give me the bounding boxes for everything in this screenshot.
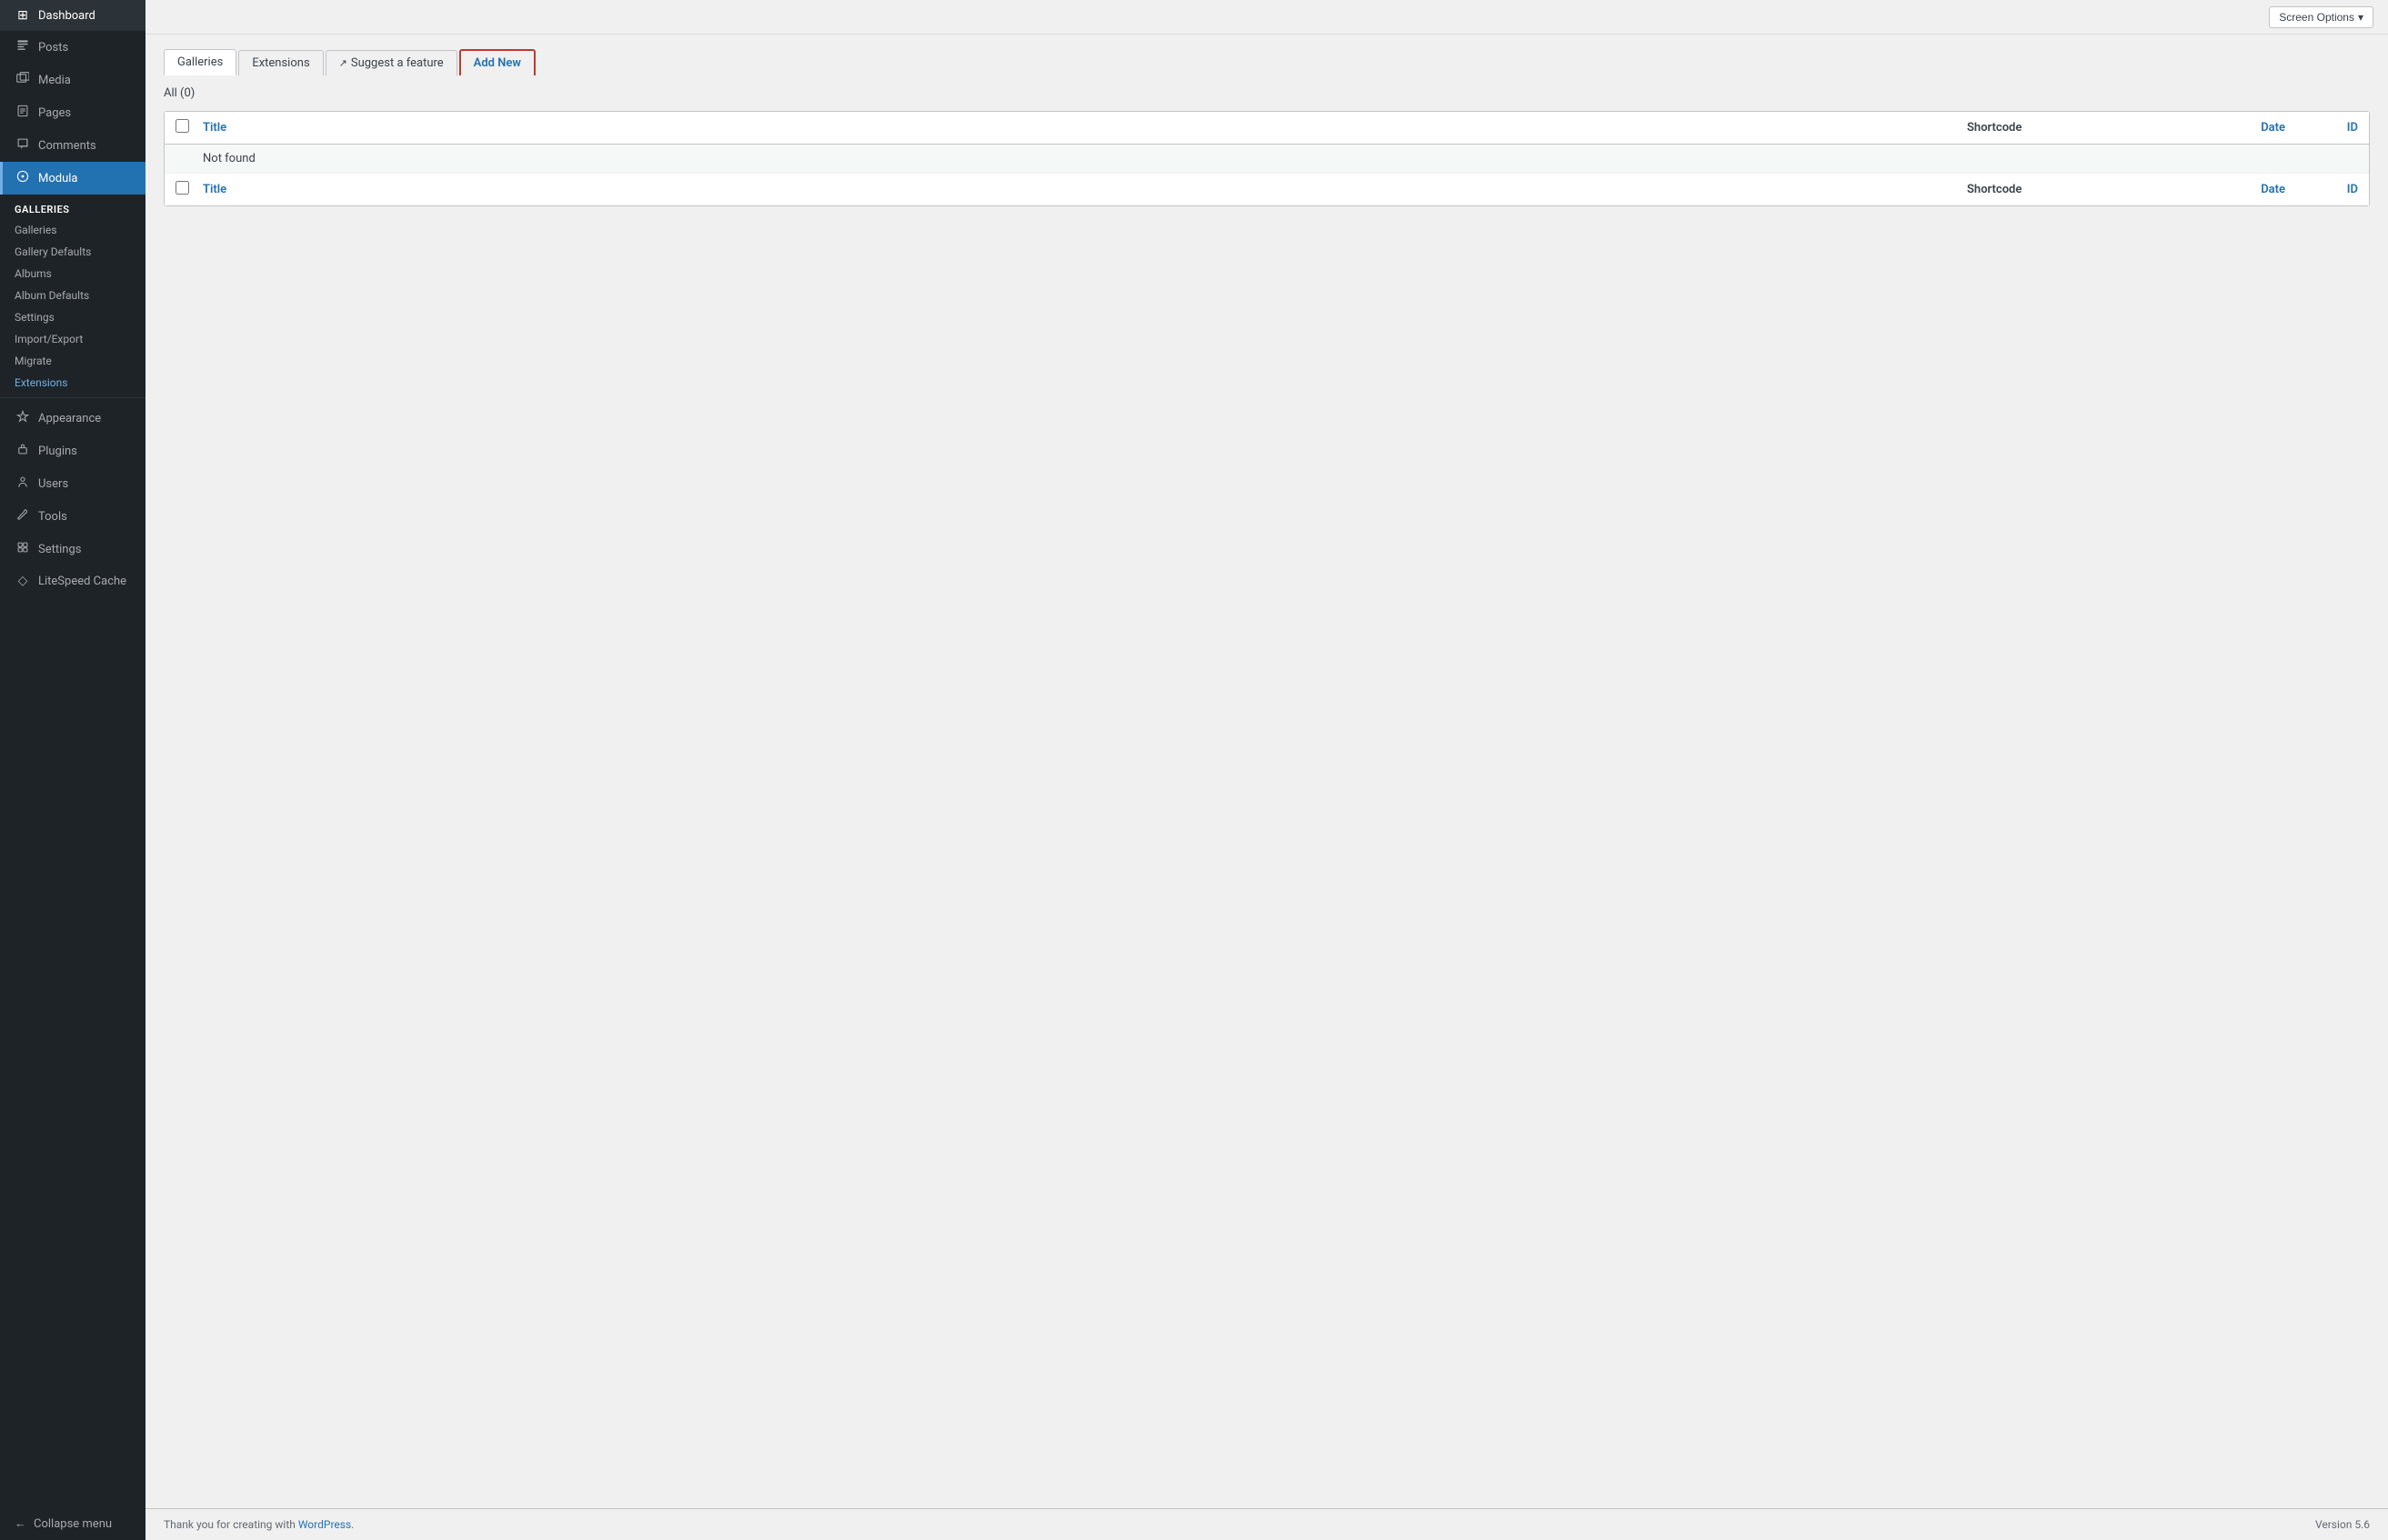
settings-label: Settings (38, 543, 81, 556)
modula-section-title: Galleries (0, 195, 145, 219)
sidebar-item-label: Media (38, 74, 71, 87)
sidebar-item-pages[interactable]: Pages (0, 96, 145, 129)
table-row: Not found (165, 145, 2369, 174)
tools-label: Tools (38, 510, 67, 524)
page-content: Galleries Extensions ↗ Suggest a feature… (145, 35, 2388, 1508)
plugins-icon (15, 443, 31, 459)
collapse-menu-button[interactable]: ← Collapse menu (0, 1507, 145, 1540)
table-header: Title Shortcode Date ID (165, 112, 2369, 145)
sidebar-item-plugins[interactable]: Plugins (0, 435, 145, 467)
main-area: Screen Options ▾ Galleries Extensions ↗ … (145, 0, 2388, 1540)
col-footer-date[interactable]: Date (2149, 183, 2285, 196)
modula-submenu: Galleries Galleries Gallery Defaults Alb… (0, 195, 145, 394)
settings-icon (15, 541, 31, 557)
filter-all-count: All (0) (164, 86, 2370, 100)
external-link-icon: ↗ (339, 57, 347, 69)
sidebar-sub-gallery-defaults[interactable]: Gallery Defaults (0, 241, 145, 263)
tab-suggest-feature[interactable]: ↗ Suggest a feature (326, 50, 457, 75)
litespeed-label: LiteSpeed Cache (38, 575, 126, 588)
sidebar-sub-extensions[interactable]: Extensions (0, 372, 145, 394)
dashboard-icon: ⊞ (15, 8, 31, 23)
not-found-text: Not found (203, 152, 1967, 165)
sidebar-item-label: Posts (38, 41, 68, 55)
sidebar: ⊞ Dashboard Posts Media Pages Comments M… (0, 0, 145, 1540)
footer-select-all-checkbox[interactable] (176, 181, 189, 195)
sidebar-item-dashboard[interactable]: ⊞ Dashboard (0, 0, 145, 31)
sidebar-divider (0, 397, 145, 398)
footer-checkbox-cell (176, 181, 203, 198)
collapse-icon: ← (15, 1516, 26, 1531)
page-footer: Thank you for creating with WordPress. V… (145, 1508, 2388, 1540)
sidebar-item-appearance[interactable]: Appearance (0, 402, 145, 435)
litespeed-icon: ◇ (15, 574, 31, 588)
modula-icon (15, 170, 31, 186)
col-footer-shortcode: Shortcode (1967, 183, 2149, 196)
galleries-table: Title Shortcode Date ID Not found Title … (164, 111, 2370, 206)
col-header-id[interactable]: ID (2285, 121, 2358, 135)
sidebar-item-label: Comments (38, 139, 96, 153)
posts-icon (15, 39, 31, 55)
col-footer-title[interactable]: Title (203, 183, 1967, 196)
sidebar-item-label: Modula (38, 172, 78, 185)
footer-version: Version 5.6 (2315, 1518, 2370, 1531)
plugins-label: Plugins (38, 445, 77, 458)
select-all-checkbox[interactable] (176, 119, 189, 133)
sidebar-item-posts[interactable]: Posts (0, 31, 145, 64)
chevron-down-icon: ▾ (2358, 11, 2363, 24)
table-footer: Title Shortcode Date ID (165, 174, 2369, 205)
screen-options-button[interactable]: Screen Options ▾ (2269, 6, 2373, 28)
sidebar-item-users[interactable]: Users (0, 467, 145, 500)
sidebar-item-label: Pages (38, 106, 71, 120)
comments-icon (15, 137, 31, 154)
tab-add-new[interactable]: Add New (459, 49, 536, 75)
sidebar-item-modula[interactable]: Modula (0, 162, 145, 195)
col-header-date[interactable]: Date (2149, 121, 2285, 135)
sidebar-sub-album-defaults[interactable]: Album Defaults (0, 285, 145, 306)
tab-galleries[interactable]: Galleries (164, 49, 236, 75)
sidebar-item-comments[interactable]: Comments (0, 129, 145, 162)
sidebar-sub-albums[interactable]: Albums (0, 263, 145, 285)
appearance-label: Appearance (38, 412, 101, 425)
footer-credit: Thank you for creating with WordPress. (164, 1518, 354, 1531)
collapse-label: Collapse menu (34, 1517, 112, 1531)
tab-extensions[interactable]: Extensions (238, 50, 323, 75)
sidebar-sub-import-export[interactable]: Import/Export (0, 328, 145, 350)
page-tabs: Galleries Extensions ↗ Suggest a feature… (164, 49, 2370, 75)
users-icon (15, 475, 31, 492)
media-icon (15, 72, 31, 88)
users-label: Users (38, 477, 68, 491)
footer-thank-you-text: Thank you for creating with (164, 1518, 296, 1531)
pages-icon (15, 105, 31, 121)
col-header-shortcode: Shortcode (1967, 121, 2149, 135)
wordpress-link[interactable]: WordPress (298, 1518, 351, 1531)
appearance-icon (15, 410, 31, 426)
col-header-title[interactable]: Title (203, 121, 1967, 135)
sidebar-sub-galleries[interactable]: Galleries (0, 219, 145, 241)
topbar: Screen Options ▾ (145, 0, 2388, 35)
sidebar-sub-migrate[interactable]: Migrate (0, 350, 145, 372)
col-footer-id[interactable]: ID (2285, 183, 2358, 196)
sidebar-item-settings[interactable]: Settings (0, 533, 145, 565)
sidebar-item-media[interactable]: Media (0, 64, 145, 96)
sidebar-item-label: Dashboard (38, 9, 95, 23)
sidebar-sub-settings[interactable]: Settings (0, 306, 145, 328)
sidebar-item-litespeed-cache[interactable]: ◇ LiteSpeed Cache (0, 565, 145, 596)
tools-icon (15, 508, 31, 525)
sidebar-item-tools[interactable]: Tools (0, 500, 145, 533)
header-checkbox-cell (176, 119, 203, 136)
screen-options-label: Screen Options (2279, 11, 2354, 24)
